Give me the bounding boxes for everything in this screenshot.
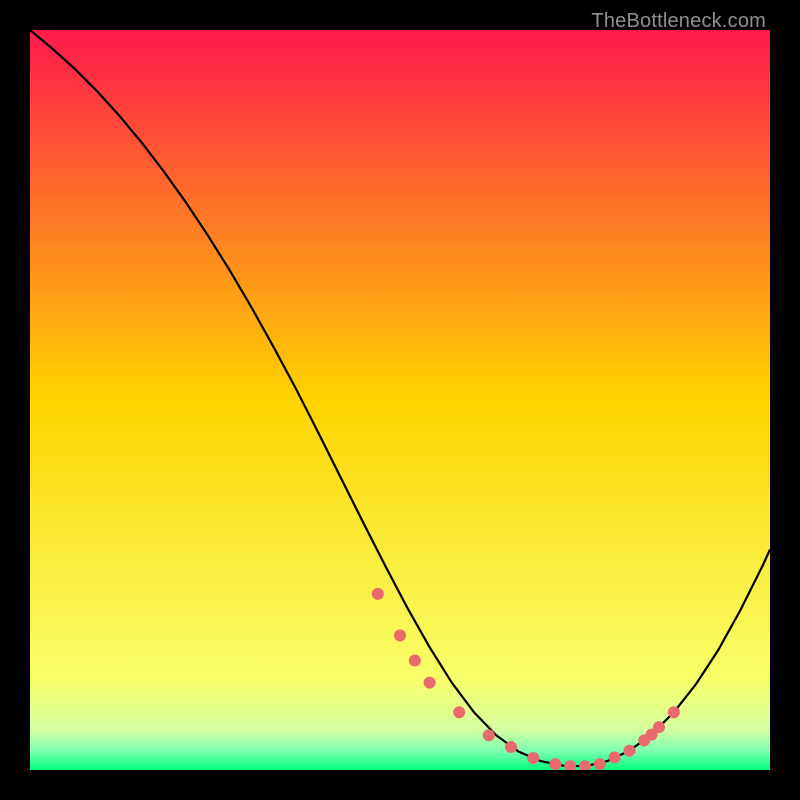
- watermark-text: TheBottleneck.com: [591, 10, 766, 33]
- data-dot: [527, 752, 539, 764]
- plot-area: [30, 30, 770, 770]
- data-dot: [372, 588, 384, 600]
- data-dot: [409, 654, 421, 666]
- data-dot: [609, 751, 621, 763]
- data-dot: [623, 745, 635, 757]
- chart-container: TheBottleneck.com: [0, 0, 800, 800]
- data-dot: [424, 677, 436, 689]
- data-dot: [394, 629, 406, 641]
- data-dot: [483, 729, 495, 741]
- data-dot: [653, 721, 665, 733]
- data-dot: [594, 758, 606, 770]
- data-dot: [549, 758, 561, 770]
- data-dot: [453, 706, 465, 718]
- data-dot: [668, 706, 680, 718]
- data-dot: [505, 741, 517, 753]
- chart-svg: [30, 30, 770, 770]
